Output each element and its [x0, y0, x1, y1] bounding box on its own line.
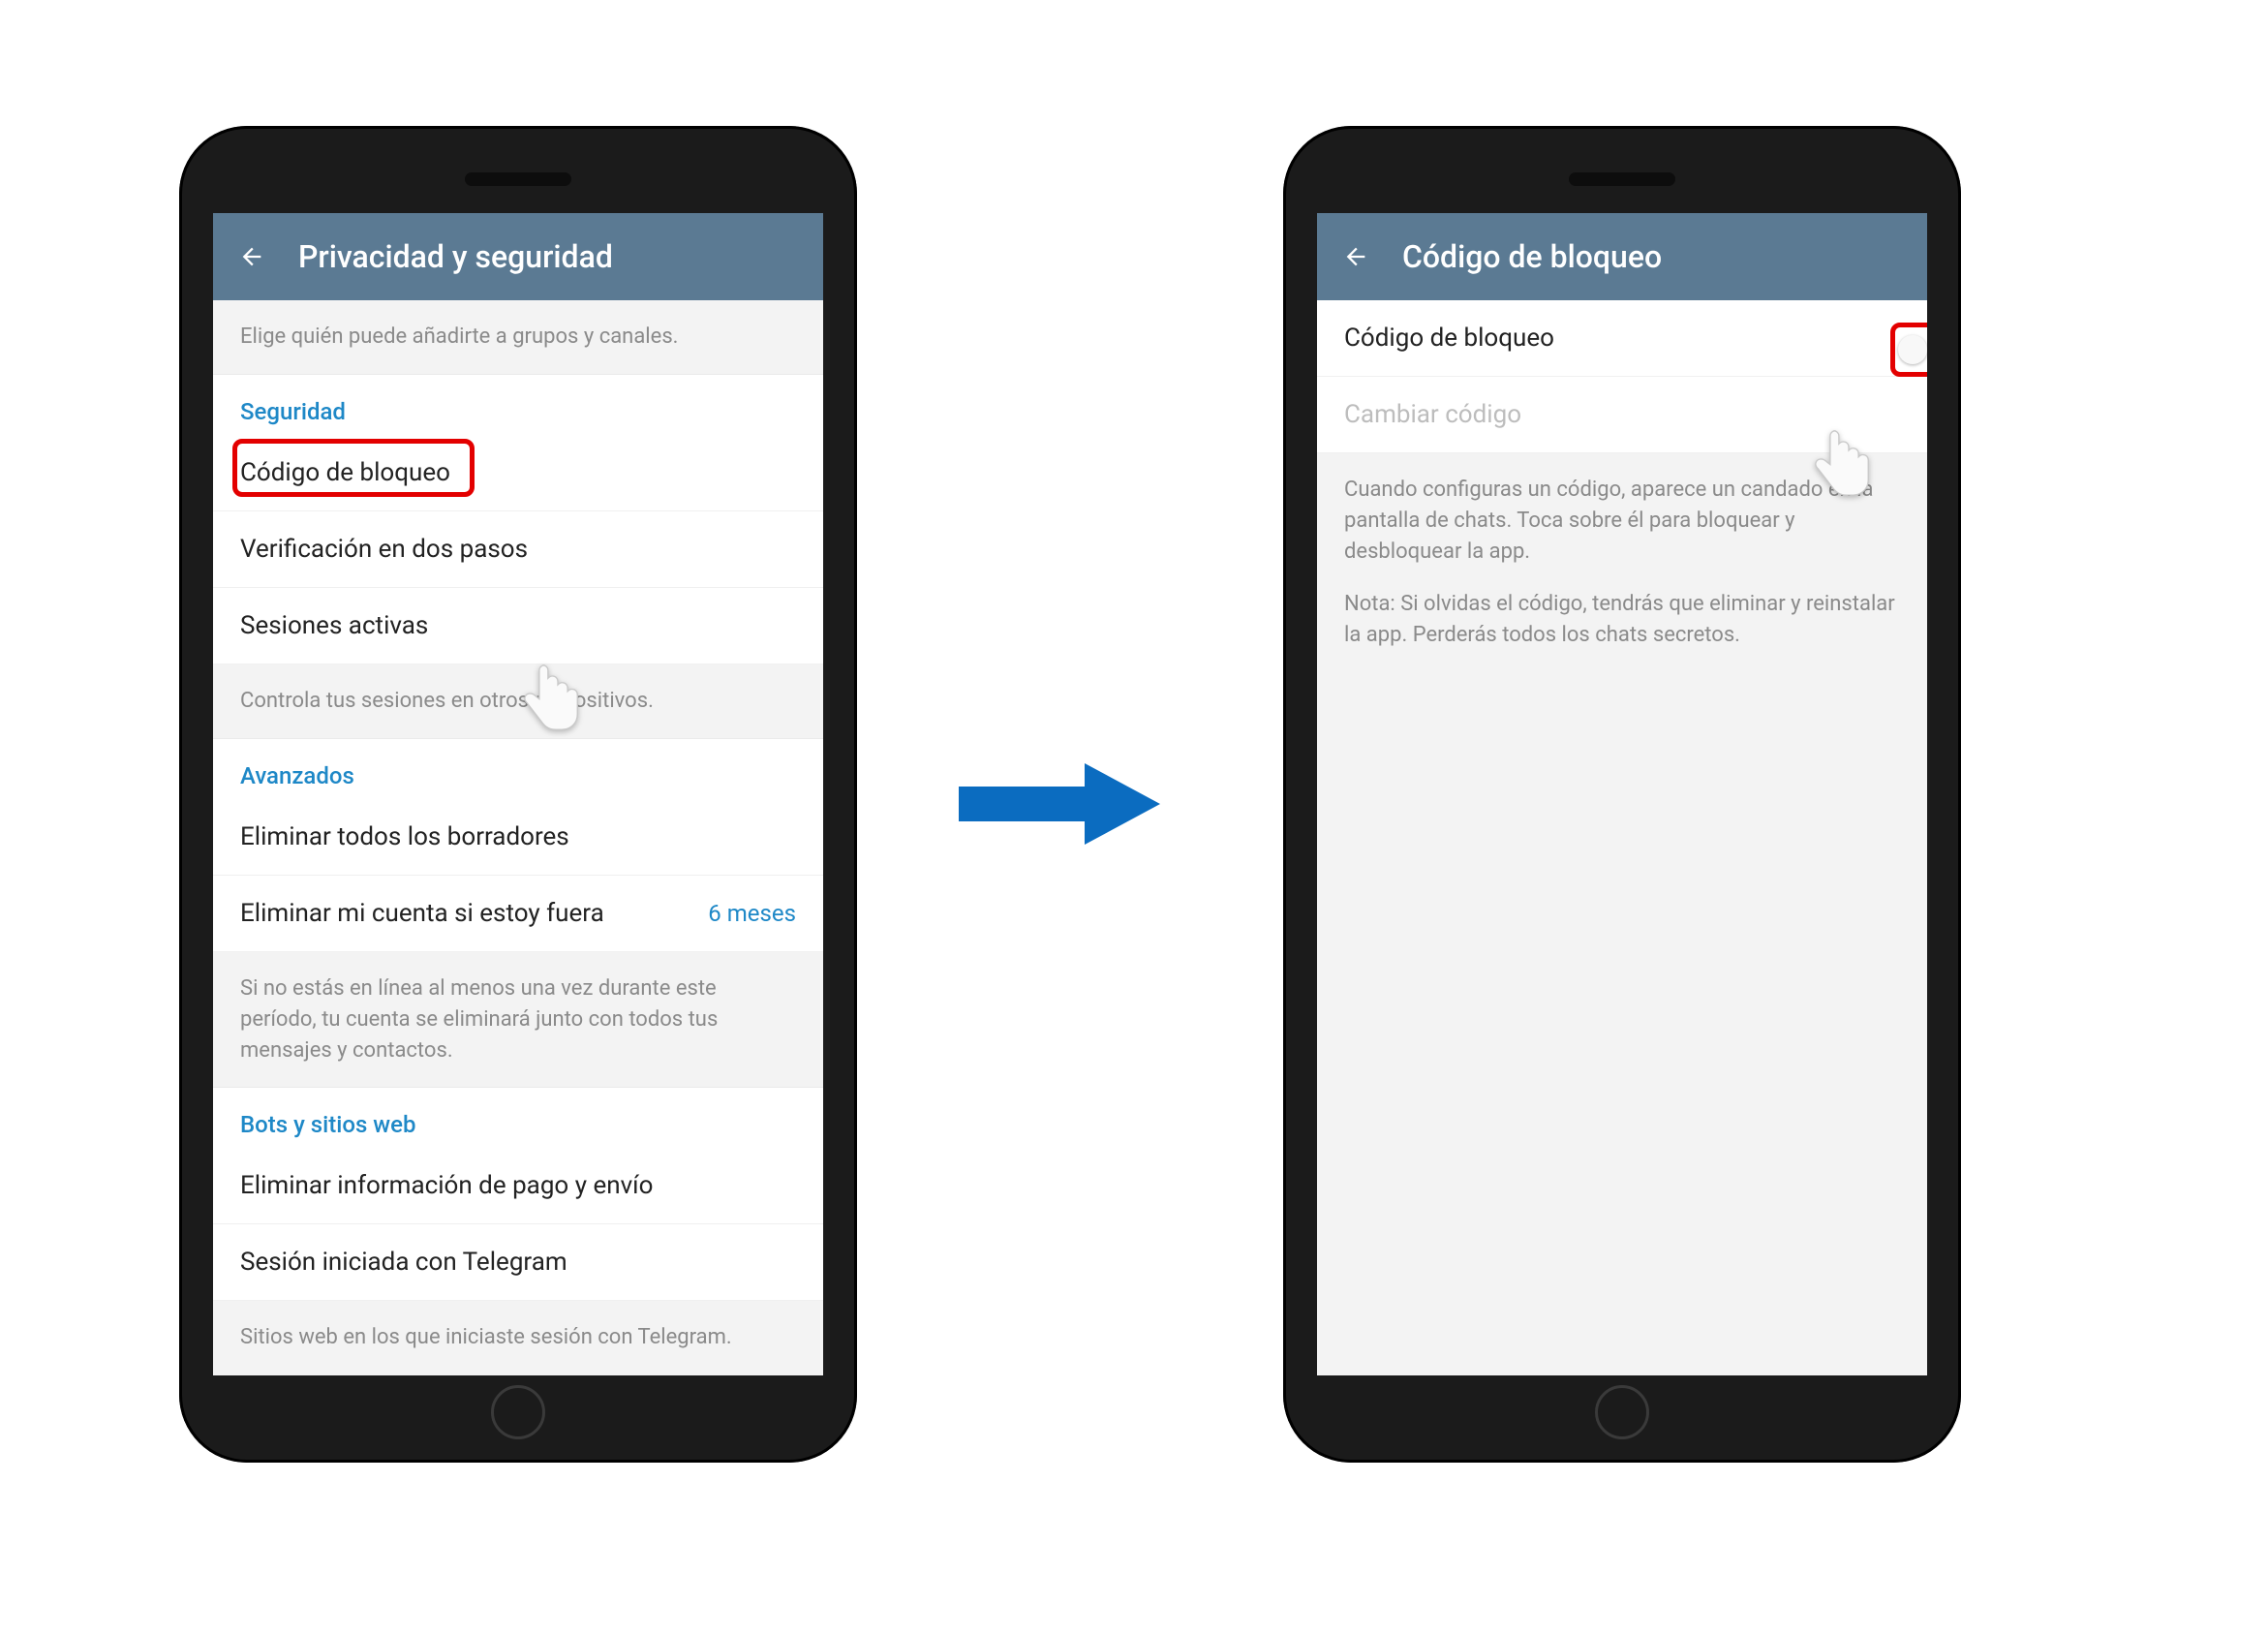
phone-home-button — [1595, 1385, 1649, 1439]
row-delete-drafts[interactable]: Eliminar todos los borradores — [213, 799, 823, 876]
row-session-telegram[interactable]: Sesión iniciada con Telegram — [213, 1224, 823, 1301]
row-passcode-toggle-label: Código de bloqueo — [1344, 324, 1554, 353]
phone-earpiece — [465, 172, 571, 186]
section-bots-header: Bots y sitios web — [213, 1087, 823, 1148]
row-change-code-label: Cambiar código — [1344, 400, 1521, 429]
back-arrow-icon[interactable] — [1340, 241, 1371, 272]
row-change-code: Cambiar código — [1317, 377, 1927, 453]
transition-arrow-icon — [959, 756, 1162, 852]
appbar-left: Privacidad y seguridad — [213, 213, 823, 300]
intro-text: Elige quién puede añadirte a grupos y ca… — [213, 300, 823, 374]
info-passcode-2: Nota: Si olvidas el código, tendrás que … — [1317, 589, 1927, 672]
row-passcode[interactable]: Código de bloqueo — [213, 435, 823, 511]
phone-earpiece — [1569, 172, 1675, 186]
row-session-telegram-label: Sesión iniciada con Telegram — [240, 1248, 567, 1277]
row-delete-account-label: Eliminar mi cuenta si estoy fuera — [240, 899, 604, 928]
content-left: Elige quién puede añadirte a grupos y ca… — [213, 300, 823, 1375]
row-sessions-label: Sesiones activas — [240, 611, 428, 640]
info-sessions: Controla tus sesiones en otros dispositi… — [213, 664, 823, 738]
row-payment-label: Eliminar información de pago y envío — [240, 1171, 653, 1200]
screen-right: Código de bloqueo Código de bloqueo Camb… — [1317, 213, 1927, 1375]
screen-left: Privacidad y seguridad Elige quién puede… — [213, 213, 823, 1375]
row-sessions[interactable]: Sesiones activas — [213, 588, 823, 664]
section-advanced-header: Avanzados — [213, 738, 823, 799]
row-twostep-label: Verificación en dos pasos — [240, 535, 528, 564]
section-security-header: Seguridad — [213, 374, 823, 435]
row-passcode-toggle[interactable]: Código de bloqueo — [1317, 300, 1927, 377]
appbar-title: Código de bloqueo — [1402, 238, 1662, 275]
info-bots: Sitios web en los que iniciaste sesión c… — [213, 1301, 823, 1374]
row-payment[interactable]: Eliminar información de pago y envío — [213, 1148, 823, 1224]
row-passcode-label: Código de bloqueo — [240, 458, 450, 487]
row-delete-account[interactable]: Eliminar mi cuenta si estoy fuera 6 mese… — [213, 876, 823, 952]
phone-home-button — [491, 1385, 545, 1439]
info-delete: Si no estás en línea al menos una vez du… — [213, 952, 823, 1088]
appbar-right: Código de bloqueo — [1317, 213, 1927, 300]
content-right: Código de bloqueo Cambiar código Cuando … — [1317, 300, 1927, 1375]
info-passcode-1: Cuando configuras un código, aparece un … — [1317, 453, 1927, 589]
phone-frame-left: Privacidad y seguridad Elige quién puede… — [179, 126, 857, 1463]
phone-frame-right: Código de bloqueo Código de bloqueo Camb… — [1283, 126, 1961, 1463]
row-delete-drafts-label: Eliminar todos los borradores — [240, 822, 569, 851]
row-twostep[interactable]: Verificación en dos pasos — [213, 511, 823, 588]
appbar-title: Privacidad y seguridad — [298, 238, 613, 275]
back-arrow-icon[interactable] — [236, 241, 267, 272]
row-delete-account-value: 6 meses — [708, 900, 796, 927]
